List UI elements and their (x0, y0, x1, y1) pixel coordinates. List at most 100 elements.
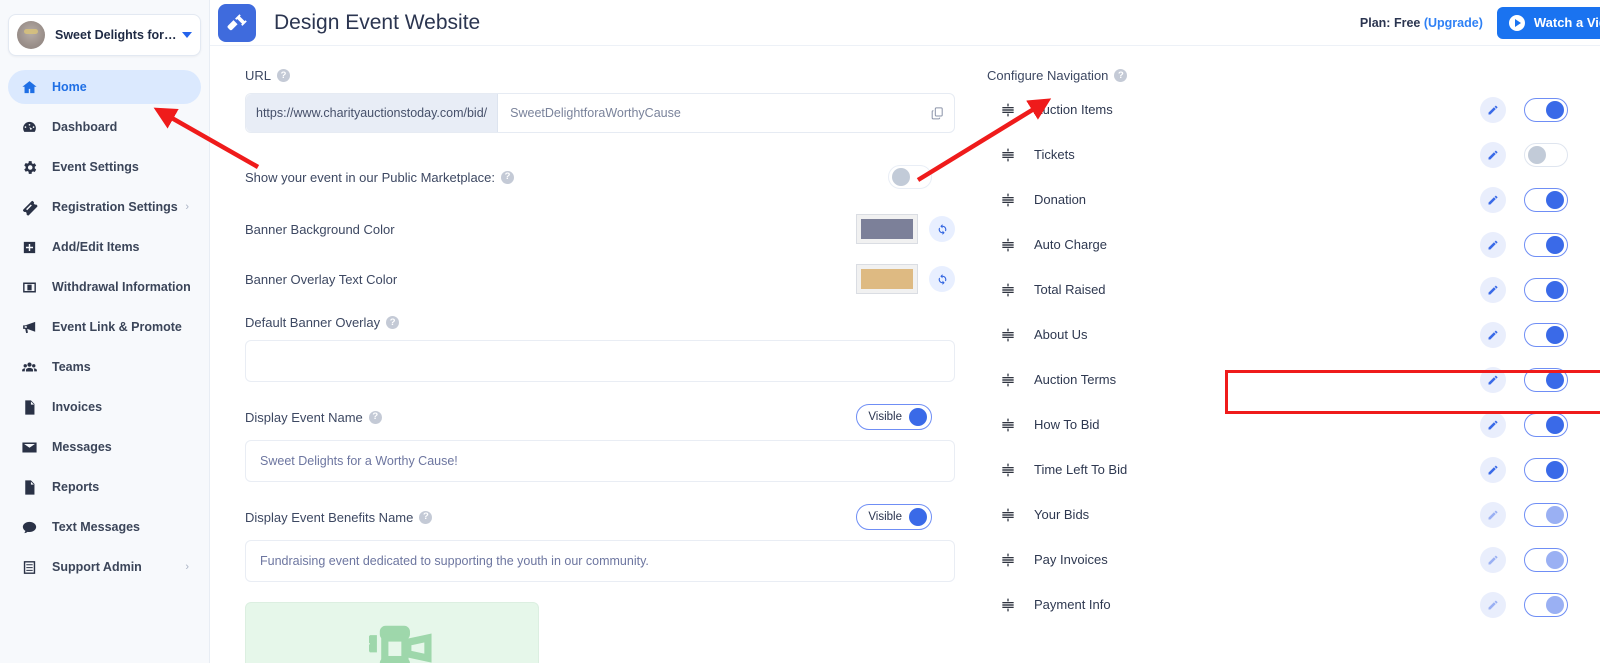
display-event-name-input[interactable]: Sweet Delights for a Worthy Cause! (245, 440, 955, 482)
toggle-knob (1546, 235, 1564, 254)
help-icon[interactable]: ? (1114, 69, 1128, 82)
upgrade-link[interactable]: (Upgrade) (1424, 16, 1483, 30)
sidebar-item-label: Support Admin (52, 560, 142, 574)
home-icon (18, 76, 40, 98)
nav-config-toggle[interactable] (1524, 502, 1568, 527)
edit-pencil-icon[interactable] (1480, 141, 1506, 168)
drag-handle-icon[interactable] (999, 146, 1017, 164)
drag-handle-icon[interactable] (999, 326, 1017, 344)
sidebar-item-label: Event Link & Promote (52, 320, 182, 334)
sidebar-item-messages[interactable]: Messages (8, 430, 201, 464)
help-icon[interactable]: ? (368, 410, 382, 424)
drag-handle-icon[interactable] (999, 371, 1017, 389)
url-field[interactable]: https://www.charityauctionstoday.com/bid… (245, 93, 955, 133)
edit-pencil-icon[interactable] (1480, 591, 1506, 618)
sidebar-item-support-admin[interactable]: Support Admin › (8, 550, 201, 584)
nav-config-toggle[interactable] (1524, 142, 1568, 167)
banner-bg-swatch[interactable] (856, 214, 918, 244)
page-title: Design Event Website (274, 10, 481, 34)
org-switcher[interactable]: Sweet Delights for a ... (8, 14, 201, 56)
nav-config-toggle[interactable] (1524, 592, 1568, 617)
edit-pencil-icon[interactable] (1480, 456, 1506, 483)
nav-config-toggle[interactable] (1524, 457, 1568, 482)
nav-config-toggle[interactable] (1524, 367, 1568, 392)
nav-config-toggle[interactable] (1524, 232, 1568, 257)
display-event-benefits-toggle[interactable]: Visible (856, 504, 932, 530)
plus-square-icon (18, 236, 40, 258)
nav-config-row: Your Bids (987, 492, 1572, 537)
nav-config-toggle[interactable] (1524, 412, 1568, 437)
display-event-benefits-row: Display Event Benefits Name ? Visible (245, 504, 955, 530)
nav-config-toggle[interactable] (1524, 97, 1568, 122)
drag-handle-icon[interactable] (999, 461, 1017, 479)
display-event-benefits-input[interactable]: Fundraising event dedicated to supportin… (245, 540, 955, 582)
display-event-name-label-row: Display Event Name ? (245, 410, 382, 425)
sidebar-item-label: Messages (52, 440, 112, 454)
drag-handle-icon[interactable] (999, 506, 1017, 524)
help-icon[interactable]: ? (277, 69, 291, 82)
configure-navigation-column: Configure Navigation ? Auction Items Tick… (975, 46, 1600, 663)
sidebar-item-registration-settings[interactable]: Registration Settings › (8, 190, 201, 224)
drag-handle-icon[interactable] (999, 416, 1017, 434)
drag-handle-icon[interactable] (999, 101, 1017, 119)
drag-handle-icon[interactable] (999, 236, 1017, 254)
display-event-name-row: Display Event Name ? Visible (245, 404, 955, 430)
marketplace-toggle[interactable] (888, 165, 932, 189)
default-overlay-input[interactable] (245, 340, 955, 382)
edit-pencil-icon[interactable] (1480, 546, 1506, 573)
drag-handle-icon[interactable] (999, 551, 1017, 569)
people-icon (18, 356, 40, 378)
drag-handle-icon[interactable] (999, 191, 1017, 209)
edit-pencil-icon[interactable] (1480, 366, 1506, 393)
sidebar-item-invoices[interactable]: Invoices (8, 390, 201, 424)
sidebar-item-teams[interactable]: Teams (8, 350, 201, 384)
copy-icon[interactable] (920, 94, 954, 132)
watch-video-button[interactable]: Watch a Video (1496, 6, 1600, 39)
drag-handle-icon[interactable] (999, 596, 1017, 614)
chevron-down-icon[interactable] (182, 32, 192, 38)
nav-config-label: Auto Charge (1034, 237, 1107, 252)
nav-config-label: Payment Info (1034, 597, 1111, 612)
sidebar-item-home[interactable]: Home (8, 70, 201, 104)
toggle-knob (892, 168, 910, 186)
nav-config-toggle[interactable] (1524, 547, 1568, 572)
edit-pencil-icon[interactable] (1480, 231, 1506, 258)
sidebar-item-event-settings[interactable]: Event Settings (8, 150, 201, 184)
nav-config-toggle[interactable] (1524, 277, 1568, 302)
drag-handle-icon[interactable] (999, 281, 1017, 299)
edit-pencil-icon[interactable] (1480, 321, 1506, 348)
edit-pencil-icon[interactable] (1480, 411, 1506, 438)
url-input[interactable] (498, 94, 920, 132)
sidebar-item-text-messages[interactable]: Text Messages (8, 510, 201, 544)
nav-config-toggle[interactable] (1524, 187, 1568, 212)
nav-config-toggle[interactable] (1524, 322, 1568, 347)
sidebar-item-label: Reports (52, 480, 100, 494)
nav-config-label: Time Left To Bid (1034, 462, 1128, 477)
help-icon[interactable]: ? (501, 170, 515, 184)
display-event-name-toggle[interactable]: Visible (856, 404, 932, 430)
edit-pencil-icon[interactable] (1480, 96, 1506, 123)
plan-label: Plan: Free (1359, 15, 1421, 30)
money-icon (18, 276, 40, 298)
edit-pencil-icon[interactable] (1480, 501, 1506, 528)
help-icon[interactable]: ? (386, 316, 400, 329)
help-icon[interactable]: ? (419, 510, 433, 524)
main-content: Design Event Website Plan: Free (Upgrade… (210, 0, 1600, 663)
sidebar-item-withdrawal-information[interactable]: Withdrawal Information (8, 270, 201, 304)
sidebar-item-reports[interactable]: Reports (8, 470, 201, 504)
edit-pencil-icon[interactable] (1480, 186, 1506, 213)
banner-text-swatch[interactable] (856, 264, 918, 294)
toggle-knob (1528, 145, 1546, 164)
invoice-icon (18, 396, 40, 418)
edit-pencil-icon[interactable] (1480, 276, 1506, 303)
banner-text-label: Banner Overlay Text Color (245, 271, 398, 287)
topbar-actions: Plan: Free (Upgrade) Watch a Video (1359, 6, 1600, 39)
sidebar-item-dashboard[interactable]: Dashboard (8, 110, 201, 144)
configure-navigation-title: Configure Navigation (987, 68, 1109, 83)
refresh-icon[interactable] (929, 216, 955, 242)
banner-preview[interactable] (245, 602, 539, 663)
refresh-icon[interactable] (929, 266, 955, 292)
sidebar-item-add-edit-items[interactable]: Add/Edit Items (8, 230, 201, 264)
design-form-column: URL ? https://www.charityauctionstoday.c… (210, 46, 975, 663)
sidebar-item-event-link-promote[interactable]: Event Link & Promote (8, 310, 201, 344)
